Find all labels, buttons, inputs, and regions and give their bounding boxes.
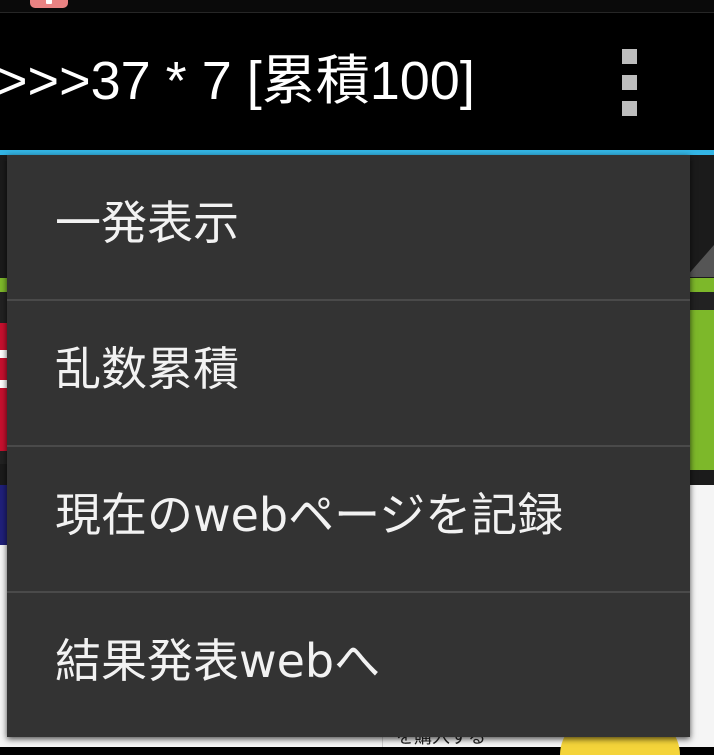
background-right-green [690, 310, 714, 470]
status-bar [0, 0, 714, 13]
background-tab-corner [686, 245, 714, 277]
menu-item-random-accumulate[interactable]: 乱数累積 [7, 301, 690, 446]
menu-item-label: 一発表示 [55, 196, 239, 250]
menu-item-label: 結果発表webへ [55, 634, 381, 688]
overflow-dot [622, 101, 637, 116]
overflow-menu-popup: 一発表示 乱数累積 現在のwebページを記録 結果発表webへ [7, 155, 690, 737]
menu-item-results-web[interactable]: 結果発表webへ [7, 593, 690, 738]
action-bar-title: >>>37 * 7 [累積100] [0, 51, 475, 111]
overflow-dot [622, 49, 637, 64]
menu-item-instant-display[interactable]: 一発表示 [7, 155, 690, 300]
overflow-dot [622, 75, 637, 90]
notification-icon [30, 0, 68, 8]
menu-item-label: 現在のwebページを記録 [55, 488, 564, 542]
action-bar: >>>37 * 7 [累積100] [0, 13, 714, 150]
menu-item-label: 乱数累積 [55, 342, 239, 396]
menu-item-record-webpage[interactable]: 現在のwebページを記録 [7, 447, 690, 592]
more-vert-icon[interactable] [610, 49, 650, 119]
